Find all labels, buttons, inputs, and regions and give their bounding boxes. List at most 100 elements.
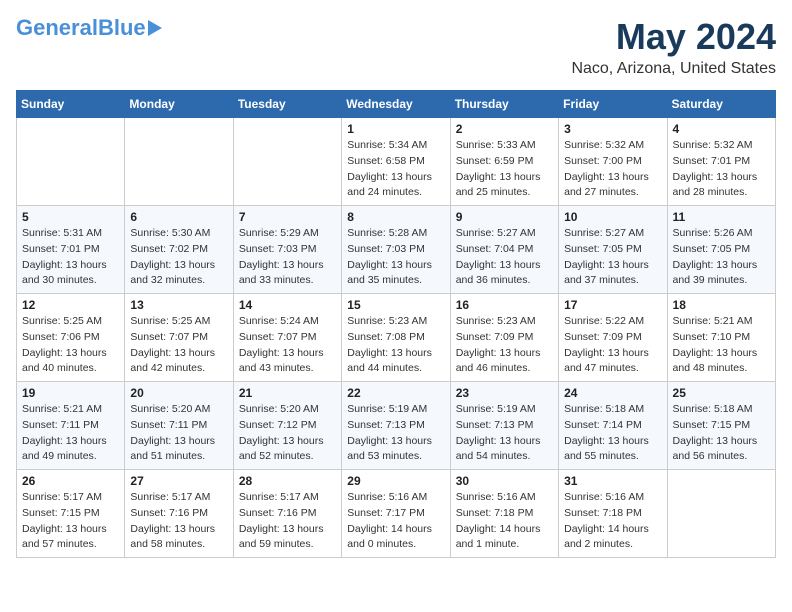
day-info: Sunrise: 5:30 AMSunset: 7:02 PMDaylight:… xyxy=(130,226,227,289)
day-info: Sunrise: 5:26 AMSunset: 7:05 PMDaylight:… xyxy=(673,226,770,289)
logo-arrow-icon xyxy=(148,20,162,36)
calendar-cell: 4 Sunrise: 5:32 AMSunset: 7:01 PMDaylight… xyxy=(667,118,775,206)
calendar-cell: 18 Sunrise: 5:21 AMSunset: 7:10 PMDayligh… xyxy=(667,294,775,382)
calendar-cell: 7 Sunrise: 5:29 AMSunset: 7:03 PMDaylight… xyxy=(233,206,341,294)
day-info: Sunrise: 5:17 AMSunset: 7:16 PMDaylight:… xyxy=(239,490,336,553)
calendar-header-saturday: Saturday xyxy=(667,91,775,118)
day-info: Sunrise: 5:18 AMSunset: 7:14 PMDaylight:… xyxy=(564,402,661,465)
day-number: 18 xyxy=(673,298,770,312)
title-area: May 2024 Naco, Arizona, United States xyxy=(571,16,776,78)
logo-blue: Blue xyxy=(98,15,146,40)
day-info: Sunrise: 5:16 AMSunset: 7:18 PMDaylight:… xyxy=(564,490,661,553)
calendar-cell: 27 Sunrise: 5:17 AMSunset: 7:16 PMDayligh… xyxy=(125,470,233,558)
logo: GeneralBlue xyxy=(16,16,162,40)
day-number: 24 xyxy=(564,386,661,400)
day-info: Sunrise: 5:23 AMSunset: 7:08 PMDaylight:… xyxy=(347,314,444,377)
day-number: 1 xyxy=(347,122,444,136)
day-info: Sunrise: 5:32 AMSunset: 7:01 PMDaylight:… xyxy=(673,138,770,201)
calendar: SundayMondayTuesdayWednesdayThursdayFrid… xyxy=(16,90,776,558)
day-info: Sunrise: 5:22 AMSunset: 7:09 PMDaylight:… xyxy=(564,314,661,377)
day-info: Sunrise: 5:23 AMSunset: 7:09 PMDaylight:… xyxy=(456,314,553,377)
calendar-week-3: 12 Sunrise: 5:25 AMSunset: 7:06 PMDayligh… xyxy=(17,294,776,382)
calendar-cell xyxy=(17,118,125,206)
day-number: 17 xyxy=(564,298,661,312)
calendar-cell: 8 Sunrise: 5:28 AMSunset: 7:03 PMDaylight… xyxy=(342,206,450,294)
day-number: 13 xyxy=(130,298,227,312)
logo-general: General xyxy=(16,15,98,40)
day-number: 16 xyxy=(456,298,553,312)
day-number: 10 xyxy=(564,210,661,224)
calendar-header-friday: Friday xyxy=(559,91,667,118)
day-number: 12 xyxy=(22,298,119,312)
calendar-cell: 14Sunrise: 5:24 AMSunset: 7:07 PMDayligh… xyxy=(233,294,341,382)
calendar-header-row: SundayMondayTuesdayWednesdayThursdayFrid… xyxy=(17,91,776,118)
day-number: 9 xyxy=(456,210,553,224)
day-number: 2 xyxy=(456,122,553,136)
calendar-cell: 20 Sunrise: 5:20 AMSunset: 7:11 PMDayligh… xyxy=(125,382,233,470)
day-info: Sunrise: 5:16 AMSunset: 7:18 PMDaylight:… xyxy=(456,490,553,553)
calendar-header-tuesday: Tuesday xyxy=(233,91,341,118)
day-number: 27 xyxy=(130,474,227,488)
calendar-cell: 16 Sunrise: 5:23 AMSunset: 7:09 PMDayligh… xyxy=(450,294,558,382)
day-info: Sunrise: 5:17 AMSunset: 7:16 PMDaylight:… xyxy=(130,490,227,553)
calendar-header-thursday: Thursday xyxy=(450,91,558,118)
logo-text: GeneralBlue xyxy=(16,16,146,40)
day-info: Sunrise: 5:21 AMSunset: 7:10 PMDaylight:… xyxy=(673,314,770,377)
calendar-cell: 9 Sunrise: 5:27 AMSunset: 7:04 PMDaylight… xyxy=(450,206,558,294)
day-info: Sunrise: 5:28 AMSunset: 7:03 PMDaylight:… xyxy=(347,226,444,289)
calendar-header-monday: Monday xyxy=(125,91,233,118)
day-number: 20 xyxy=(130,386,227,400)
calendar-cell xyxy=(667,470,775,558)
calendar-cell: 15 Sunrise: 5:23 AMSunset: 7:08 PMDayligh… xyxy=(342,294,450,382)
calendar-week-1: 1 Sunrise: 5:34 AMSunset: 6:58 PMDaylight… xyxy=(17,118,776,206)
day-info: Sunrise: 5:24 AMSunset: 7:07 PMDaylight:… xyxy=(239,314,336,377)
subtitle: Naco, Arizona, United States xyxy=(571,60,776,78)
day-info: Sunrise: 5:20 AMSunset: 7:12 PMDaylight:… xyxy=(239,402,336,465)
day-info: Sunrise: 5:21 AMSunset: 7:11 PMDaylight:… xyxy=(22,402,119,465)
calendar-cell: 1 Sunrise: 5:34 AMSunset: 6:58 PMDaylight… xyxy=(342,118,450,206)
calendar-week-4: 19Sunrise: 5:21 AMSunset: 7:11 PMDayligh… xyxy=(17,382,776,470)
day-number: 23 xyxy=(456,386,553,400)
day-info: Sunrise: 5:29 AMSunset: 7:03 PMDaylight:… xyxy=(239,226,336,289)
day-number: 15 xyxy=(347,298,444,312)
day-number: 25 xyxy=(673,386,770,400)
day-number: 30 xyxy=(456,474,553,488)
day-number: 29 xyxy=(347,474,444,488)
calendar-cell: 12 Sunrise: 5:25 AMSunset: 7:06 PMDayligh… xyxy=(17,294,125,382)
calendar-cell: 25 Sunrise: 5:18 AMSunset: 7:15 PMDayligh… xyxy=(667,382,775,470)
calendar-cell xyxy=(125,118,233,206)
day-number: 7 xyxy=(239,210,336,224)
day-number: 26 xyxy=(22,474,119,488)
day-info: Sunrise: 5:33 AMSunset: 6:59 PMDaylight:… xyxy=(456,138,553,201)
day-info: Sunrise: 5:19 AMSunset: 7:13 PMDaylight:… xyxy=(347,402,444,465)
day-number: 31 xyxy=(564,474,661,488)
calendar-cell: 28Sunrise: 5:17 AMSunset: 7:16 PMDayligh… xyxy=(233,470,341,558)
day-info: Sunrise: 5:32 AMSunset: 7:00 PMDaylight:… xyxy=(564,138,661,201)
calendar-cell: 6 Sunrise: 5:30 AMSunset: 7:02 PMDaylight… xyxy=(125,206,233,294)
day-number: 6 xyxy=(130,210,227,224)
day-info: Sunrise: 5:34 AMSunset: 6:58 PMDaylight:… xyxy=(347,138,444,201)
calendar-cell: 13Sunrise: 5:25 AMSunset: 7:07 PMDayligh… xyxy=(125,294,233,382)
day-info: Sunrise: 5:27 AMSunset: 7:05 PMDaylight:… xyxy=(564,226,661,289)
calendar-cell xyxy=(233,118,341,206)
day-info: Sunrise: 5:25 AMSunset: 7:06 PMDaylight:… xyxy=(22,314,119,377)
calendar-header-wednesday: Wednesday xyxy=(342,91,450,118)
day-info: Sunrise: 5:17 AMSunset: 7:15 PMDaylight:… xyxy=(22,490,119,553)
day-info: Sunrise: 5:16 AMSunset: 7:17 PMDaylight:… xyxy=(347,490,444,553)
day-number: 21 xyxy=(239,386,336,400)
calendar-cell: 17 Sunrise: 5:22 AMSunset: 7:09 PMDayligh… xyxy=(559,294,667,382)
calendar-header-sunday: Sunday xyxy=(17,91,125,118)
day-number: 4 xyxy=(673,122,770,136)
calendar-cell: 19Sunrise: 5:21 AMSunset: 7:11 PMDayligh… xyxy=(17,382,125,470)
day-info: Sunrise: 5:19 AMSunset: 7:13 PMDaylight:… xyxy=(456,402,553,465)
day-info: Sunrise: 5:20 AMSunset: 7:11 PMDaylight:… xyxy=(130,402,227,465)
day-info: Sunrise: 5:27 AMSunset: 7:04 PMDaylight:… xyxy=(456,226,553,289)
calendar-cell: 22 Sunrise: 5:19 AMSunset: 7:13 PMDayligh… xyxy=(342,382,450,470)
day-number: 8 xyxy=(347,210,444,224)
calendar-cell: 26 Sunrise: 5:17 AMSunset: 7:15 PMDayligh… xyxy=(17,470,125,558)
calendar-cell: 10 Sunrise: 5:27 AMSunset: 7:05 PMDayligh… xyxy=(559,206,667,294)
day-number: 22 xyxy=(347,386,444,400)
day-info: Sunrise: 5:18 AMSunset: 7:15 PMDaylight:… xyxy=(673,402,770,465)
main-title: May 2024 xyxy=(571,16,776,58)
calendar-cell: 3Sunrise: 5:32 AMSunset: 7:00 PMDaylight… xyxy=(559,118,667,206)
